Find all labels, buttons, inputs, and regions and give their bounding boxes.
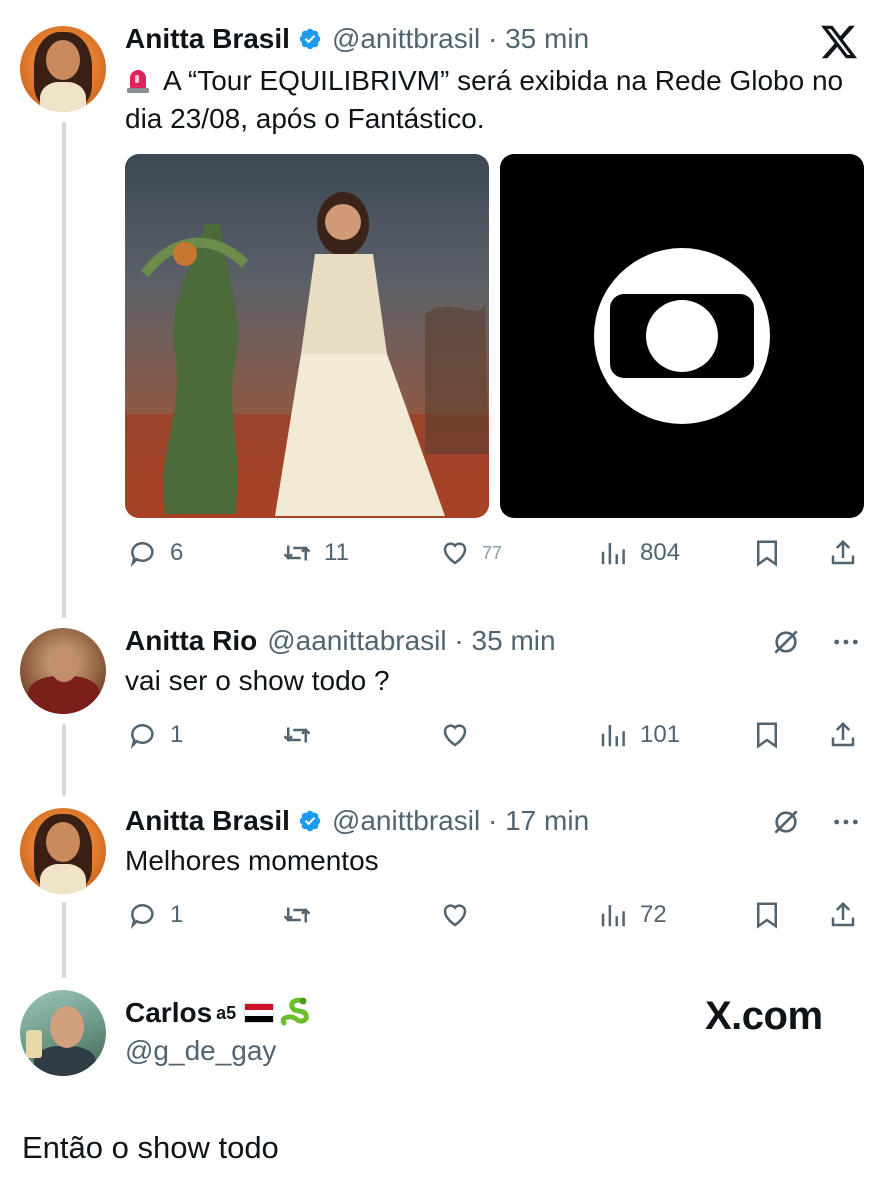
globo-logo-image[interactable] xyxy=(500,154,864,518)
separator: · xyxy=(480,23,506,54)
separator: · xyxy=(480,805,506,836)
share-icon xyxy=(831,539,855,565)
grok-icon[interactable] xyxy=(770,626,802,663)
x-com-brand: X.com xyxy=(705,994,823,1038)
handle[interactable]: @anittbrasil xyxy=(332,804,480,838)
like-button[interactable]: 77 xyxy=(440,538,502,568)
reply-count: 6 xyxy=(170,539,184,566)
display-name[interactable]: Anitta Brasil xyxy=(125,22,290,56)
name-superscript: a5 xyxy=(216,1003,237,1023)
tweet-text: vai ser o show todo ? xyxy=(125,665,390,696)
reply-icon xyxy=(130,724,154,750)
bookmark-icon xyxy=(757,902,777,929)
retweet-button[interactable]: 11 xyxy=(282,538,349,568)
avatar[interactable] xyxy=(20,990,106,1076)
reply-button[interactable]: 1 xyxy=(128,900,183,930)
views-count: 101 xyxy=(640,721,681,748)
tweet-header: Anitta Brasil @anittbrasil · 35 min xyxy=(125,22,589,56)
timestamp[interactable]: 35 min xyxy=(505,22,589,56)
x-logo-icon xyxy=(818,22,860,62)
avatar[interactable] xyxy=(20,628,106,714)
views-count: 804 xyxy=(640,539,681,566)
reply-header: Carlos a5 xyxy=(125,996,312,1030)
more-options-icon[interactable] xyxy=(830,806,862,843)
handle[interactable]: @anittbrasil xyxy=(332,22,480,56)
timestamp[interactable]: 35 min xyxy=(472,624,556,658)
verified-badge-icon xyxy=(299,28,321,50)
retweet-icon xyxy=(283,907,311,923)
views-button[interactable]: 101 xyxy=(598,720,680,750)
analytics-icon xyxy=(601,725,625,747)
retweet-count: 11 xyxy=(324,539,349,566)
reply-count: 1 xyxy=(170,721,184,748)
views-button[interactable]: 72 xyxy=(598,900,667,930)
handle[interactable]: @g_de_gay xyxy=(125,1034,276,1068)
reply-icon xyxy=(130,542,154,568)
tweet-text: A “Tour EQUILIBRIVM” será exibida na Red… xyxy=(125,62,865,138)
share-button[interactable] xyxy=(828,900,858,930)
display-name[interactable]: Anitta Brasil xyxy=(125,804,290,838)
handle[interactable]: @aanittabrasil xyxy=(267,624,446,658)
reply-icon xyxy=(130,904,154,930)
tweet-header: Anitta Brasil @anittbrasil · 17 min xyxy=(125,804,589,838)
analytics-icon xyxy=(601,543,625,565)
avatar[interactable] xyxy=(20,26,106,112)
bookmark-icon xyxy=(757,722,777,749)
grok-icon[interactable] xyxy=(770,806,802,843)
stage-photo[interactable] xyxy=(125,154,489,518)
like-count: 77 xyxy=(482,542,503,563)
thread-line xyxy=(62,122,66,618)
views-count: 72 xyxy=(640,901,667,928)
tweet-text: Melhores momentos xyxy=(125,845,379,876)
snake-emoji-icon xyxy=(280,997,309,1026)
share-icon xyxy=(831,721,855,747)
tweet-header: Anitta Rio @aanittabrasil · 35 min xyxy=(125,624,556,658)
verified-badge-icon xyxy=(299,810,321,832)
separator: · xyxy=(446,625,472,656)
avatar[interactable] xyxy=(20,808,106,894)
like-button[interactable] xyxy=(440,720,470,750)
heart-icon xyxy=(443,724,467,747)
display-name[interactable]: Carlos xyxy=(125,996,212,1030)
heart-icon xyxy=(443,904,467,927)
bookmark-button[interactable] xyxy=(752,538,782,568)
retweet-icon xyxy=(283,727,311,743)
thread-line xyxy=(62,724,66,796)
like-button[interactable] xyxy=(440,900,470,930)
siren-emoji-icon xyxy=(127,70,149,93)
reply-button[interactable]: 1 xyxy=(128,720,183,750)
bookmark-button[interactable] xyxy=(752,720,782,750)
reply-button[interactable]: 6 xyxy=(128,538,183,568)
timestamp[interactable]: 17 min xyxy=(505,804,589,838)
share-button[interactable] xyxy=(828,538,858,568)
bookmark-icon xyxy=(757,540,777,567)
analytics-icon xyxy=(601,905,625,927)
share-icon xyxy=(831,901,855,927)
views-button[interactable]: 804 xyxy=(598,538,680,568)
tweet-text-content: A “Tour EQUILIBRIVM” será exibida na Red… xyxy=(125,65,844,134)
heart-icon xyxy=(443,542,467,565)
reply-handle: @g_de_gay xyxy=(125,1034,276,1068)
thread-line xyxy=(62,902,66,978)
egypt-flag-icon xyxy=(244,1003,275,1023)
retweet-icon xyxy=(283,545,311,561)
reply-text: Então o show todo xyxy=(22,1130,279,1165)
share-button[interactable] xyxy=(828,720,858,750)
bookmark-button[interactable] xyxy=(752,900,782,930)
more-options-icon[interactable] xyxy=(830,626,862,663)
reply-count: 1 xyxy=(170,901,184,928)
retweet-button[interactable] xyxy=(282,900,312,930)
retweet-button[interactable] xyxy=(282,720,312,750)
display-name[interactable]: Anitta Rio xyxy=(125,624,257,658)
